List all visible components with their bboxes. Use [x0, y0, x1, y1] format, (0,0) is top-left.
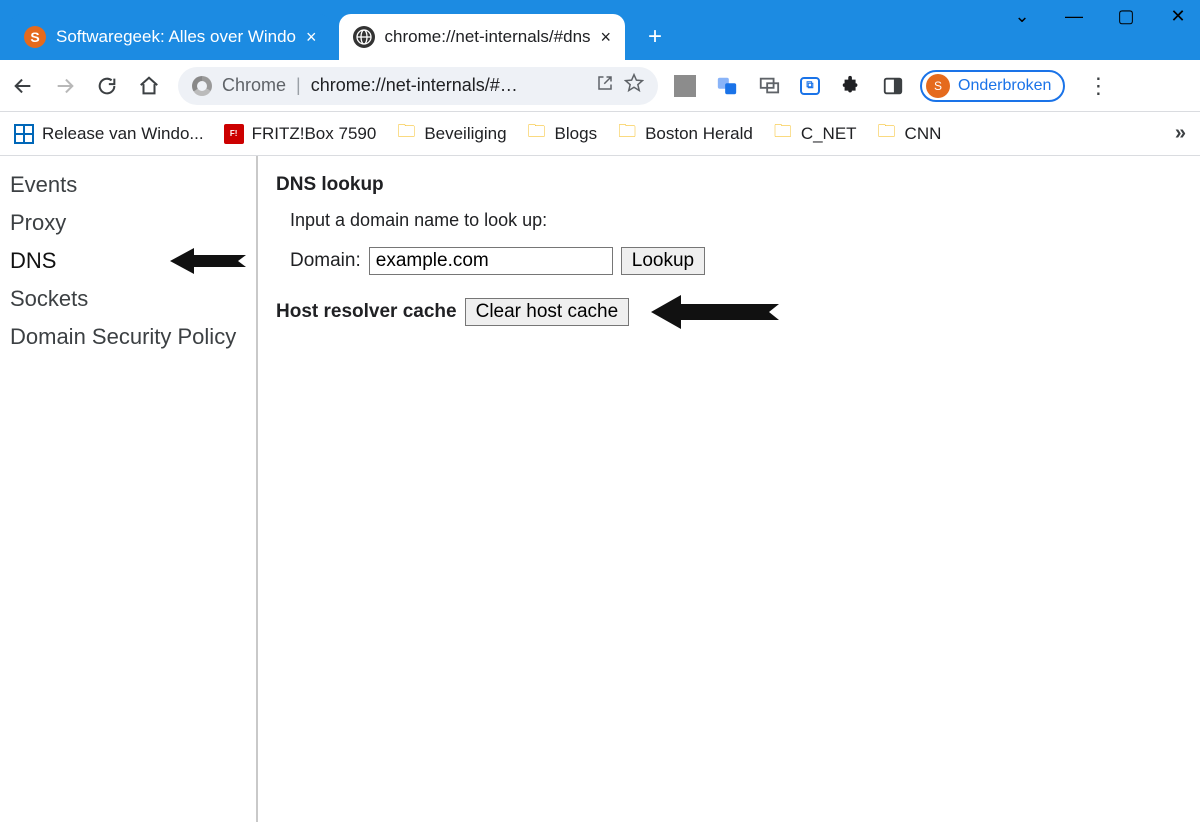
- annotation-arrow-icon: [170, 248, 246, 274]
- bookmark-button[interactable]: [624, 73, 644, 98]
- sidebar-item-label: Domain Security Policy: [10, 324, 236, 350]
- fritzbox-icon: F!: [224, 124, 244, 144]
- bookmark-label: Beveiliging: [424, 124, 506, 144]
- sidebar-item-label: DNS: [10, 248, 56, 274]
- clear-host-cache-button[interactable]: Clear host cache: [465, 298, 630, 326]
- sidebar-item-proxy[interactable]: Proxy: [6, 204, 250, 242]
- window-chevron-icon[interactable]: ⌄: [1010, 6, 1034, 27]
- domain-label: Domain:: [290, 250, 361, 272]
- main-panel: DNS lookup Input a domain name to look u…: [258, 156, 1200, 822]
- dns-lookup-instruction: Input a domain name to look up:: [290, 210, 1182, 231]
- tab-net-internals[interactable]: chrome://net-internals/#dns ×: [339, 14, 626, 60]
- favicon-softwaregeek-icon: S: [24, 26, 46, 48]
- forward-button[interactable]: [52, 73, 78, 99]
- bookmark-release-windows[interactable]: Release van Windo...: [14, 124, 204, 144]
- side-panel-icon[interactable]: [882, 75, 904, 97]
- sidebar-item-label: Events: [10, 172, 77, 198]
- extensions-menu-icon[interactable]: [840, 75, 862, 97]
- bookmark-cnet[interactable]: 🗀 C_NET: [773, 124, 857, 144]
- extension-cast-icon[interactable]: [758, 75, 780, 97]
- reload-button[interactable]: [94, 73, 120, 99]
- extension-icons: ⧉: [674, 75, 904, 97]
- omnibox-scheme: Chrome: [222, 75, 286, 96]
- bookmark-cnn[interactable]: 🗀 CNN: [877, 124, 942, 144]
- profile-chip[interactable]: S Onderbroken: [920, 70, 1065, 102]
- folder-icon: 🗀: [877, 124, 897, 144]
- tab-label: chrome://net-internals/#dns: [385, 27, 591, 47]
- folder-icon: 🗀: [773, 124, 793, 144]
- bookmark-blogs[interactable]: 🗀 Blogs: [527, 124, 598, 144]
- tab-close-icon[interactable]: ×: [306, 28, 317, 46]
- annotation-arrow-icon: [651, 295, 779, 329]
- domain-input[interactable]: [369, 247, 613, 275]
- tab-label: Softwaregeek: Alles over Windo: [56, 27, 296, 47]
- bookmark-label: FRITZ!Box 7590: [252, 124, 377, 144]
- home-button[interactable]: [136, 73, 162, 99]
- lookup-button[interactable]: Lookup: [621, 247, 705, 275]
- avatar-icon: S: [926, 74, 950, 98]
- reload-icon: [96, 75, 118, 97]
- chrome-menu-button[interactable]: ⋮: [1081, 73, 1115, 99]
- share-icon: [596, 74, 614, 92]
- sidebar: Events Proxy DNS Sockets Domain Security…: [0, 156, 258, 822]
- chrome-logo-icon: [192, 76, 212, 96]
- sidebar-item-dns[interactable]: DNS: [6, 242, 250, 280]
- sidebar-item-sockets[interactable]: Sockets: [6, 280, 250, 318]
- window-controls: ⌄ — ▢ ✕: [1010, 6, 1190, 27]
- bookmarks-overflow-button[interactable]: »: [1175, 122, 1186, 145]
- extension-rdp-icon[interactable]: ⧉: [800, 77, 820, 95]
- sidebar-item-domain-security-policy[interactable]: Domain Security Policy: [6, 318, 250, 356]
- new-tab-button[interactable]: +: [637, 19, 673, 55]
- home-icon: [138, 75, 160, 97]
- tab-strip: S Softwaregeek: Alles over Windo × chrom…: [0, 0, 673, 60]
- toolbar: Chrome | chrome://net-internals/#… ⧉ S O…: [0, 60, 1200, 112]
- omnibox[interactable]: Chrome | chrome://net-internals/#…: [178, 67, 658, 105]
- bookmark-label: C_NET: [801, 124, 857, 144]
- window-minimize-icon[interactable]: —: [1062, 6, 1086, 27]
- folder-icon: 🗀: [527, 124, 547, 144]
- bookmark-label: Release van Windo...: [42, 124, 204, 144]
- star-icon: [624, 73, 644, 93]
- plus-icon: +: [648, 23, 662, 51]
- favicon-globe-icon: [353, 26, 375, 48]
- host-resolver-row: Host resolver cache Clear host cache: [276, 295, 1182, 329]
- sidebar-item-label: Proxy: [10, 210, 66, 236]
- tab-close-icon[interactable]: ×: [601, 28, 612, 46]
- sidebar-item-label: Sockets: [10, 286, 88, 312]
- profile-label: Onderbroken: [958, 77, 1051, 95]
- window-maximize-icon[interactable]: ▢: [1114, 6, 1138, 27]
- window-close-icon[interactable]: ✕: [1166, 6, 1190, 27]
- title-bar: S Softwaregeek: Alles over Windo × chrom…: [0, 0, 1200, 60]
- sidebar-item-events[interactable]: Events: [6, 166, 250, 204]
- domain-row: Domain: Lookup: [290, 247, 1182, 275]
- folder-icon: 🗀: [396, 124, 416, 144]
- bookmark-label: Blogs: [555, 124, 598, 144]
- bookmark-fritzbox[interactable]: F! FRITZ!Box 7590: [224, 124, 377, 144]
- content: Events Proxy DNS Sockets Domain Security…: [0, 156, 1200, 822]
- tab-softwaregeek[interactable]: S Softwaregeek: Alles over Windo ×: [10, 14, 331, 60]
- bookmarks-bar: Release van Windo... F! FRITZ!Box 7590 🗀…: [0, 112, 1200, 156]
- arrow-right-icon: [54, 75, 76, 97]
- share-button[interactable]: [596, 74, 614, 97]
- back-button[interactable]: [10, 73, 36, 99]
- windows-logo-icon: [14, 124, 34, 144]
- bookmark-label: CNN: [905, 124, 942, 144]
- bookmark-boston-herald[interactable]: 🗀 Boston Herald: [617, 124, 753, 144]
- host-resolver-heading: Host resolver cache: [276, 301, 457, 323]
- omnibox-url: chrome://net-internals/#…: [311, 75, 586, 96]
- bookmark-label: Boston Herald: [645, 124, 753, 144]
- folder-icon: 🗀: [617, 124, 637, 144]
- arrow-left-icon: [12, 75, 34, 97]
- extension-translate-icon[interactable]: [716, 75, 738, 97]
- dns-lookup-heading: DNS lookup: [276, 174, 1182, 196]
- omnibox-separator: |: [296, 75, 301, 96]
- extension-box-icon[interactable]: [674, 75, 696, 97]
- bookmark-beveiliging[interactable]: 🗀 Beveiliging: [396, 124, 506, 144]
